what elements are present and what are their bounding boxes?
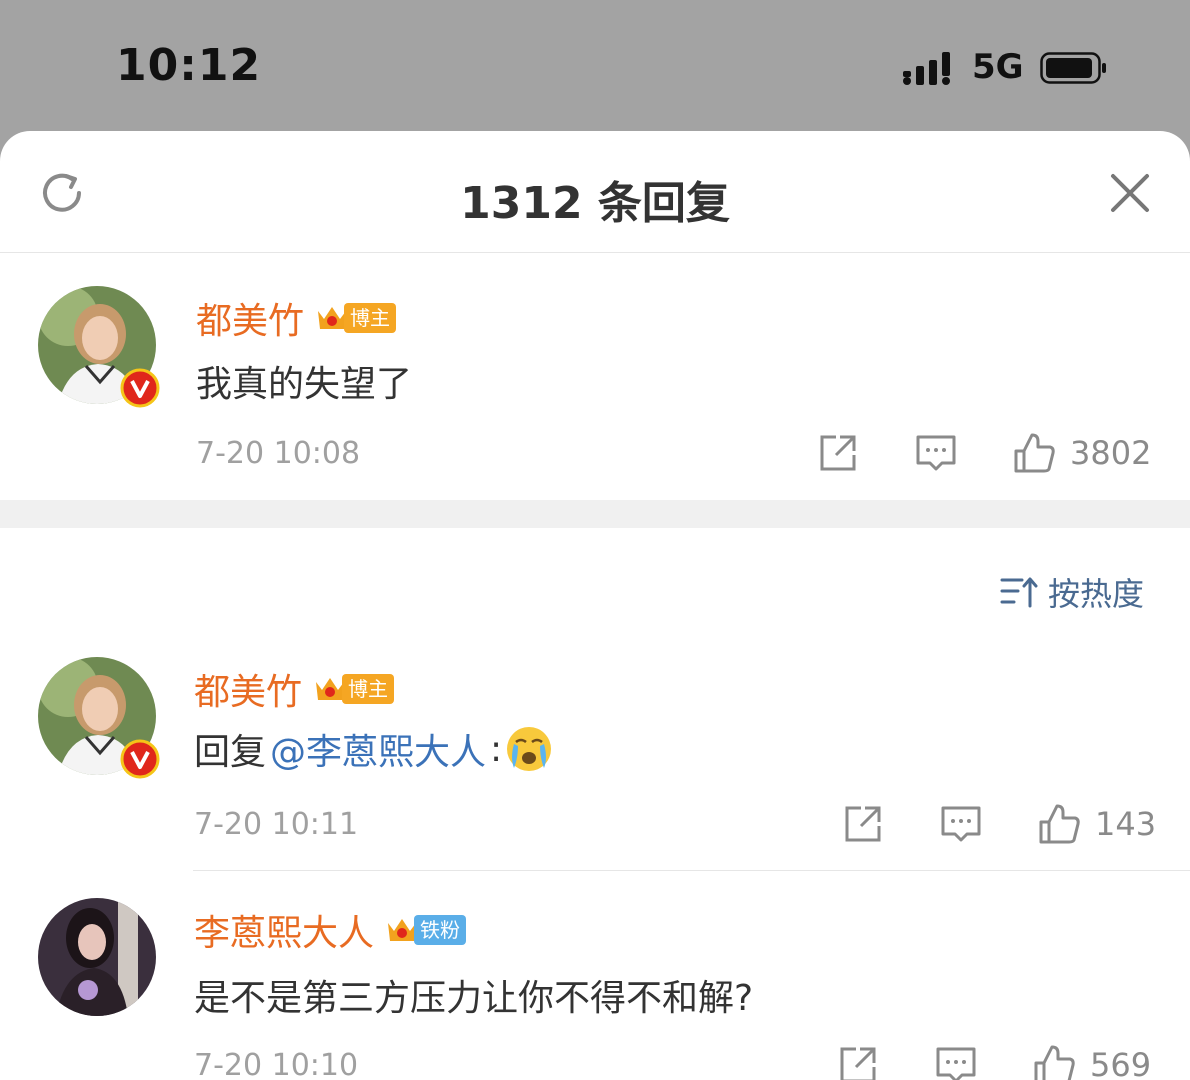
like-count: 569 [1090, 1046, 1152, 1080]
status-bar: 10:12 5G [0, 0, 1190, 130]
mention-link[interactable]: @李蒽熙大人 [270, 723, 486, 775]
name-row: 都美竹 博主 [194, 663, 395, 715]
username[interactable]: 李蒽熙大人 [194, 904, 374, 956]
comment-icon[interactable] [934, 1043, 978, 1080]
fan-badge: 铁粉 [384, 914, 467, 946]
status-time: 10:12 [116, 40, 262, 91]
comment-actions: 3802 [816, 431, 1151, 475]
comment-actions: 143 [841, 802, 1156, 846]
comment-icon[interactable] [914, 431, 958, 475]
badge-label: 铁粉 [414, 915, 467, 945]
verified-badge-icon [120, 368, 160, 408]
comment-text: 我真的失望了 [196, 364, 413, 405]
comment-actions: 569 [836, 1043, 1151, 1080]
page-title: 1312 条回复 [460, 178, 730, 229]
sort-button[interactable]: 按热度 [1000, 569, 1144, 615]
name-row: 李蒽熙大人 铁粉 [194, 904, 467, 956]
comment-time: 7-20 10:08 [196, 436, 361, 471]
cellular-signal-icon [903, 52, 950, 85]
username[interactable]: 都美竹 [196, 292, 304, 344]
comment-text: 回复 @李蒽熙大人 : [194, 723, 554, 775]
close-icon[interactable] [1108, 171, 1152, 215]
username[interactable]: 都美竹 [194, 663, 302, 715]
avatar[interactable] [38, 898, 156, 1016]
owner-badge: 博主 [312, 673, 395, 705]
name-row: 都美竹 博主 [196, 292, 397, 344]
badge-label: 博主 [344, 303, 397, 333]
share-icon[interactable] [836, 1043, 880, 1080]
reply-suffix: : [490, 728, 503, 770]
sheet-header: 1312 条回复 [0, 131, 1190, 253]
comment-time: 7-20 10:10 [194, 1048, 359, 1080]
crying-face-emoji-icon [507, 727, 552, 771]
like-count: 143 [1095, 805, 1157, 843]
badge-label: 博主 [342, 674, 395, 704]
like-icon[interactable] [1032, 1043, 1076, 1080]
share-icon[interactable] [841, 802, 885, 846]
battery-icon [1040, 52, 1106, 84]
network-type: 5G [972, 47, 1024, 87]
owner-badge: 博主 [314, 302, 397, 334]
comment-icon[interactable] [939, 802, 983, 846]
reply-separator [193, 870, 1190, 871]
share-icon[interactable] [816, 431, 860, 475]
reply-prefix: 回复 [194, 732, 267, 773]
verified-badge-icon [120, 739, 160, 779]
like-count: 3802 [1070, 434, 1152, 472]
section-divider [0, 500, 1190, 528]
comment-text: 是不是第三方压力让你不得不和解? [194, 978, 754, 1019]
sort-icon [1000, 577, 1038, 608]
sort-label: 按热度 [1048, 575, 1145, 613]
like-icon[interactable] [1012, 431, 1056, 475]
like-icon[interactable] [1037, 802, 1081, 846]
replies-sheet: 1312 条回复 都美竹 博主 我真的失望了 7-20 10:08 3802 按… [0, 131, 1190, 1080]
comment-time: 7-20 10:11 [194, 807, 359, 842]
